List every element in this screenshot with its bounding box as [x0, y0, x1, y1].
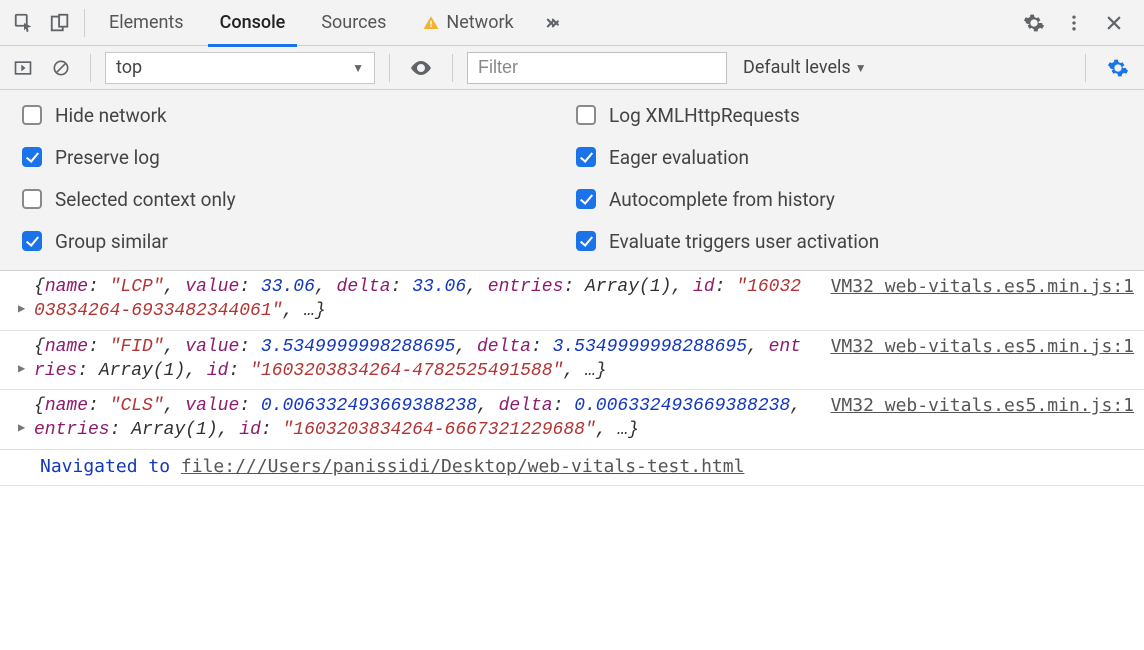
chk-label: Autocomplete from history [609, 188, 835, 211]
levels-label: Default levels [743, 57, 851, 78]
navigation-row: Navigated to file:///Users/panissidi/Des… [0, 450, 1144, 486]
log-source-link[interactable]: VM32 web-vitals.es5.min.js:1 [831, 335, 1134, 359]
console-output: VM32 web-vitals.es5.min.js:1 ▶ {name: "L… [0, 271, 1144, 486]
panel-tabs: Elements Console Sources Network [91, 0, 1016, 46]
chevron-down-icon: ▼ [352, 61, 364, 75]
chk-hide-network[interactable]: Hide network [18, 102, 572, 128]
log-source-link[interactable]: VM32 web-vitals.es5.min.js:1 [831, 394, 1134, 418]
chk-label: Group similar [55, 230, 168, 253]
expand-arrow-icon[interactable]: ▶ [18, 301, 25, 317]
tab-sources[interactable]: Sources [303, 0, 404, 46]
device-toolbar-icon[interactable] [42, 5, 78, 41]
divider [90, 54, 91, 82]
chk-log-xhr[interactable]: Log XMLHttpRequests [572, 102, 1126, 128]
devtools-main-toolbar: Elements Console Sources Network [0, 0, 1144, 46]
chevron-down-icon: ▼ [855, 61, 867, 75]
log-row: VM32 web-vitals.es5.min.js:1 ▶ {name: "L… [0, 271, 1144, 331]
tab-network-label: Network [446, 12, 513, 33]
chk-selected-ctx[interactable]: Selected context only [18, 186, 572, 212]
kebab-menu-icon[interactable] [1056, 5, 1092, 41]
log-source-link[interactable]: VM32 web-vitals.es5.min.js:1 [831, 275, 1134, 299]
chk-label: Log XMLHttpRequests [609, 104, 800, 127]
chk-autocomplete[interactable]: Autocomplete from history [572, 186, 1126, 212]
divider [452, 54, 453, 82]
divider [84, 9, 85, 37]
chk-group-similar[interactable]: Group similar [18, 228, 572, 254]
log-row: VM32 web-vitals.es5.min.js:1 ▶ {name: "C… [0, 390, 1144, 450]
navigated-url[interactable]: file:///Users/panissidi/Desktop/web-vita… [181, 456, 745, 477]
divider [1085, 54, 1086, 82]
toggle-sidebar-icon[interactable] [8, 50, 38, 86]
toolbar-right [1016, 5, 1138, 41]
chk-label: Evaluate triggers user activation [609, 230, 879, 253]
chk-preserve-log[interactable]: Preserve log [18, 144, 572, 170]
filter-input[interactable] [467, 52, 727, 84]
settings-gear-icon[interactable] [1016, 5, 1052, 41]
console-settings-panel: Hide network Log XMLHttpRequests Preserv… [0, 90, 1144, 271]
chk-label: Hide network [55, 104, 167, 127]
clear-console-icon[interactable] [46, 50, 76, 86]
log-levels-select[interactable]: Default levels ▼ [735, 57, 875, 78]
navigated-prefix: Navigated to [40, 456, 181, 477]
chk-eager-eval[interactable]: Eager evaluation [572, 144, 1126, 170]
tab-elements[interactable]: Elements [91, 0, 202, 46]
log-row: VM32 web-vitals.es5.min.js:1 ▶ {name: "F… [0, 331, 1144, 391]
chk-user-activation[interactable]: Evaluate triggers user activation [572, 228, 1126, 254]
warning-icon [422, 14, 440, 32]
more-tabs-icon[interactable] [532, 5, 572, 41]
console-settings-gear-icon[interactable] [1100, 50, 1136, 86]
inspect-element-icon[interactable] [6, 5, 42, 41]
context-value: top [116, 57, 142, 78]
chk-label: Eager evaluation [609, 146, 749, 169]
expand-arrow-icon[interactable]: ▶ [18, 420, 25, 436]
console-subtoolbar: top ▼ Default levels ▼ [0, 46, 1144, 90]
execution-context-select[interactable]: top ▼ [105, 52, 375, 84]
tab-console[interactable]: Console [202, 0, 304, 46]
chk-label: Selected context only [55, 188, 236, 211]
divider [389, 54, 390, 82]
tab-network[interactable]: Network [404, 0, 531, 46]
chk-label: Preserve log [55, 146, 160, 169]
live-expression-eye-icon[interactable] [404, 50, 438, 86]
close-icon[interactable] [1096, 5, 1132, 41]
expand-arrow-icon[interactable]: ▶ [18, 361, 25, 377]
